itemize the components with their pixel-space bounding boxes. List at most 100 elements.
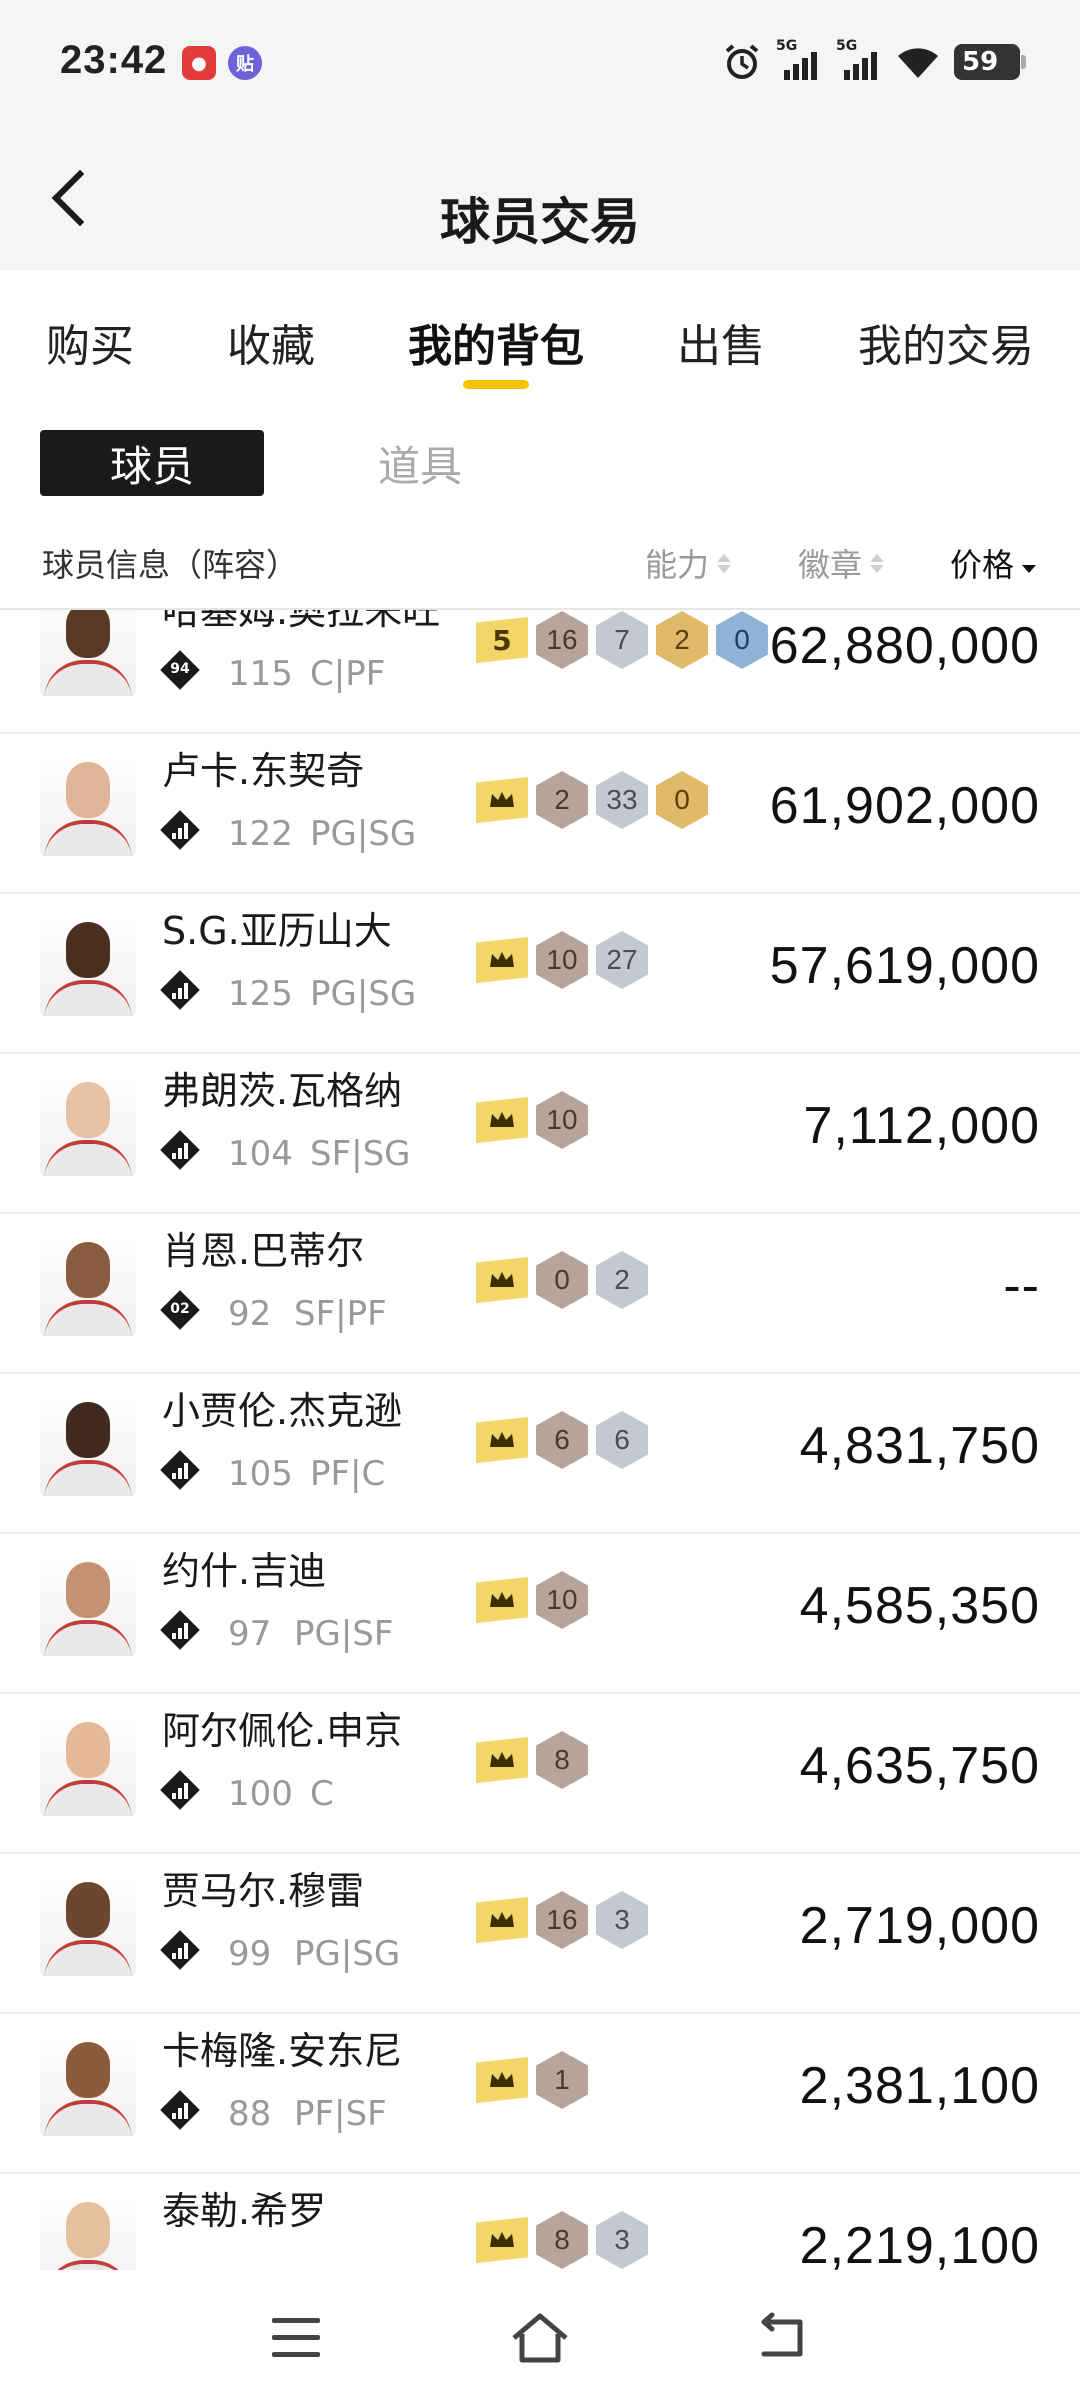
subtab-items[interactable]: 道具 [340,430,500,496]
player-positions: PG|SG [310,974,417,1014]
badge-group: 1 [476,2051,588,2109]
player-avatar [40,752,136,856]
player-row[interactable]: 阿尔佩伦.申京 100 C 8 4,635,750 [0,1694,1080,1854]
rating-tier-icon: 94 [160,650,200,690]
player-row[interactable]: S.G.亚历山大 125 PG|SG 10 27 57,619,000 [0,894,1080,1054]
menu-icon[interactable] [272,2318,320,2358]
sort-desc-icon [1022,554,1037,573]
badge-count-bronze: 10 [536,1571,588,1629]
sort-ability-button[interactable]: 能力 [645,540,732,586]
player-price: 2,719,000 [799,1897,1040,1955]
wifi-icon [898,48,938,78]
player-avatar [40,1552,136,1656]
system-nav-bar [0,2270,1080,2400]
player-avatar [40,2192,136,2270]
player-avatar [40,1232,136,1336]
player-positions: PG|SF [294,1614,394,1654]
battery-indicator: 59 [954,44,1026,80]
badge-count-silver: 7 [596,611,648,669]
column-price-label: 价格 [950,546,1015,584]
badge-count-bronze: 10 [536,931,588,989]
badge-group: 2 33 0 [476,771,708,829]
player-avatar [40,2032,136,2136]
back-nav-icon[interactable] [754,2312,810,2362]
player-name: 哈基姆.奥拉朱旺 [162,610,441,633]
badge-count-bronze: 16 [536,611,588,669]
player-price: 2,381,100 [799,2057,1040,2115]
player-positions: SF|SG [310,1134,411,1174]
player-avatar [40,610,136,696]
tier-badge: 5 [476,617,528,663]
player-positions: C [310,1774,334,1814]
player-name: 贾马尔.穆雷 [162,1869,365,1913]
crown-icon [476,1737,528,1783]
main-tabs: 购买 收藏 我的背包 出售 我的交易 [0,270,1080,400]
badge-count-bronze: 0 [536,1251,588,1309]
player-price: 62,880,000 [769,617,1040,675]
tieba-icon: 贴 [228,46,262,80]
rating-tier-icon [160,970,200,1010]
column-player-info: 球员信息（阵容） [42,546,299,584]
badge-group: 10 [476,1091,588,1149]
tab-favorites[interactable]: 收藏 [227,270,315,400]
player-overall: 100 [228,1774,293,1814]
crown-icon [476,937,528,983]
player-price: 57,619,000 [769,937,1040,995]
player-row[interactable]: 小贾伦.杰克逊 105 PF|C 6 6 4,831,750 [0,1374,1080,1534]
badge-count-bronze: 16 [536,1891,588,1949]
player-overall: 92 [228,1294,272,1334]
player-avatar [40,1872,136,1976]
player-row[interactable]: 哈基姆.奥拉朱旺 94 115 C|PF 5 16 7 2 0 62,880,000 [0,610,1080,734]
player-row[interactable]: 卡梅隆.安东尼 88 PF|SF 1 2,381,100 [0,2014,1080,2174]
player-overall: 125 [228,974,293,1014]
badge-count-gold: 2 [656,611,708,669]
tab-sell[interactable]: 出售 [677,270,765,400]
badge-group: 10 [476,1571,588,1629]
crown-icon [476,1417,528,1463]
player-positions: PF|C [310,1454,386,1494]
player-row[interactable]: 肖恩.巴蒂尔 02 92 SF|PF 0 2 -- [0,1214,1080,1374]
crown-icon [476,1897,528,1943]
player-positions: SF|PF [294,1294,387,1334]
badge-group: 66 [476,1411,648,1469]
rating-tier-icon [160,810,200,850]
player-overall: 122 [228,814,293,854]
crown-icon [476,1577,528,1623]
tab-my-backpack[interactable]: 我的背包 [408,270,584,400]
player-name: 弗朗茨.瓦格纳 [162,1069,403,1113]
player-overall: 105 [228,1454,293,1494]
badge-count-gold: 0 [656,771,708,829]
sort-badge-button[interactable]: 徽章 [798,540,885,586]
crown-icon [476,777,528,823]
player-row[interactable]: 约什.吉迪 97 PG|SF 10 4,585,350 [0,1534,1080,1694]
tab-my-trades[interactable]: 我的交易 [858,270,1034,400]
rating-tier-icon [160,1450,200,1490]
crown-icon [476,1257,528,1303]
tab-buy[interactable]: 购买 [46,270,134,400]
player-overall: 115 [228,654,293,694]
sort-arrows-icon [717,553,732,573]
player-row[interactable]: 卢卡.东契奇 122 PG|SG 2 33 0 61,902,000 [0,734,1080,894]
badge-count-bronze: 1 [536,2051,588,2109]
sort-price-button[interactable]: 价格 [950,540,1037,586]
home-icon[interactable] [510,2310,570,2366]
column-badge-label: 徽章 [798,546,863,584]
player-avatar [40,912,136,1016]
player-overall: 104 [228,1134,293,1174]
page-header: 球员交易 [0,130,1080,270]
badge-group: 16 3 [476,1891,648,1949]
badge-count-silver: 33 [596,771,648,829]
badge-count-bronze: 8 [536,2211,588,2269]
player-row[interactable]: 泰勒.希罗 8 3 2,219,100 [0,2174,1080,2270]
badge-group: 83 [476,2211,648,2269]
player-row[interactable]: 贾马尔.穆雷 99 PG|SG 16 3 2,719,000 [0,1854,1080,2014]
alarm-icon [725,44,759,79]
rating-tier-icon [160,1930,200,1970]
signal-5g-2-icon: 5G [836,38,882,82]
badge-group: 10 27 [476,931,648,989]
player-row[interactable]: 弗朗茨.瓦格纳 104 SF|SG 10 7,112,000 [0,1054,1080,1214]
netease-music-icon: ● [182,46,216,80]
player-name: S.G.亚历山大 [162,909,392,953]
subtab-players[interactable]: 球员 [40,430,264,496]
player-name: 小贾伦.杰克逊 [162,1389,403,1433]
